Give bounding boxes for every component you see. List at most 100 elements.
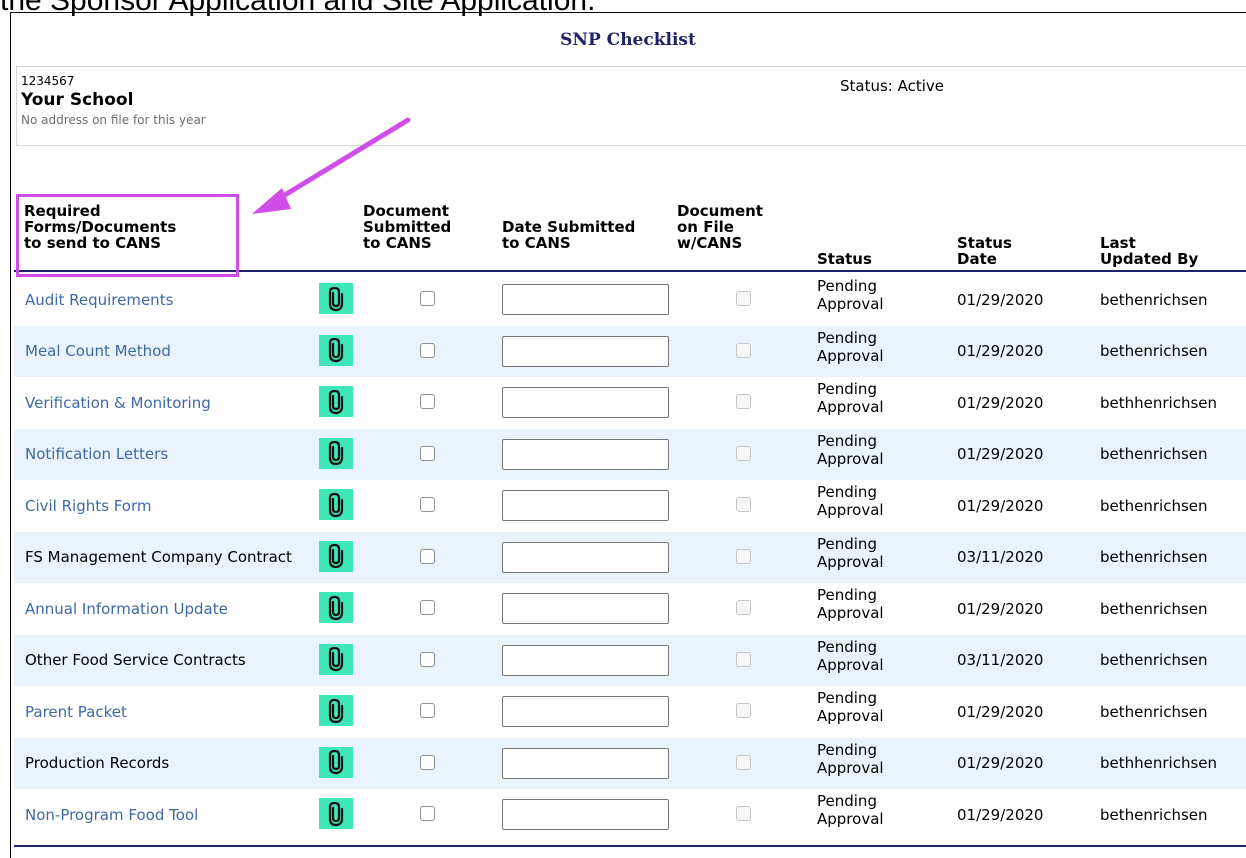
document-on-file-checkbox xyxy=(736,445,751,461)
table-row: FS Management Company Contract Pending Ap… xyxy=(14,531,1246,583)
last-updated-by: bethenrichsen xyxy=(1100,342,1208,360)
table-row: Notification Letters Pending Approval 01/2… xyxy=(14,428,1246,480)
site-id: 1234567 xyxy=(21,74,75,88)
col-header-doc-on-file-line1: Document xyxy=(677,202,763,220)
document-on-file-checkbox xyxy=(736,548,751,564)
date-submitted-input[interactable] xyxy=(502,799,669,830)
site-status: Status: Active xyxy=(840,77,945,95)
document-submitted-checkbox[interactable] xyxy=(420,342,435,358)
status-date: 01/29/2020 xyxy=(957,445,1044,463)
last-updated-by: bethenrichsen xyxy=(1100,496,1208,515)
col-header-doc-submitted-line2: Submitted xyxy=(363,218,452,236)
col-header-status: Status xyxy=(817,251,872,267)
date-submitted-input[interactable] xyxy=(502,284,669,315)
date-submitted-input[interactable] xyxy=(502,696,669,727)
document-submitted-checkbox[interactable] xyxy=(420,651,435,667)
last-updated-by: bethhenrichsen xyxy=(1100,393,1218,412)
date-submitted-input[interactable] xyxy=(502,387,669,418)
site-info-box: 1234567 Status: Active Your School No add… xyxy=(16,66,1246,146)
paperclip-icon[interactable] xyxy=(319,489,353,520)
date-submitted-input[interactable] xyxy=(502,541,669,573)
col-header-doc-on-file: Document on File w/CANS xyxy=(677,203,763,251)
col-header-doc-submitted-line3: to CANS xyxy=(363,234,432,252)
table-row: Production Records Pending Approval 01/29/… xyxy=(14,737,1246,789)
paperclip-icon[interactable] xyxy=(319,540,353,572)
status-text: Pending Approval xyxy=(817,792,884,828)
table-row: Audit Requirements Pending Approval 01/29/… xyxy=(14,274,1246,325)
paperclip-icon[interactable] xyxy=(319,798,353,829)
last-updated-by: bethenrichsen xyxy=(1100,548,1208,566)
table-row: Parent Packet Pending Approval 01/29/2020 b… xyxy=(14,686,1246,737)
paperclip-icon[interactable] xyxy=(319,746,353,778)
form-name-link[interactable]: Non-Program Food Tool xyxy=(25,789,315,840)
last-updated-by: bethenrichsen xyxy=(1100,290,1208,309)
status-text: Pending Approval xyxy=(817,586,884,622)
status-date: 01/29/2020 xyxy=(957,496,1044,515)
document-on-file-checkbox xyxy=(736,497,751,512)
date-submitted-input[interactable] xyxy=(502,335,669,367)
table-row: Other Food Service Contracts Pending Appr… xyxy=(14,634,1246,686)
document-submitted-checkbox[interactable] xyxy=(420,548,435,564)
document-submitted-checkbox[interactable] xyxy=(420,445,435,461)
paperclip-icon[interactable] xyxy=(319,437,353,469)
form-name-link[interactable]: Civil Rights Form xyxy=(25,480,315,531)
table-bottom-divider xyxy=(14,845,1246,847)
status-text: Pending Approval xyxy=(817,534,884,571)
form-name-link[interactable]: Other Food Service Contracts xyxy=(25,635,315,686)
document-submitted-checkbox[interactable] xyxy=(420,291,435,306)
date-submitted-input[interactable] xyxy=(502,747,669,779)
paperclip-icon[interactable] xyxy=(319,334,353,366)
table-row: Civil Rights Form Pending Approval 01/29/2… xyxy=(14,480,1246,531)
page-title: SNP Checklist xyxy=(560,30,696,50)
status-text: Pending Approval xyxy=(817,483,884,519)
paperclip-icon[interactable] xyxy=(319,386,353,417)
col-header-doc-on-file-line2: on File xyxy=(677,218,734,236)
status-date: 01/29/2020 xyxy=(957,805,1044,824)
paperclip-icon[interactable] xyxy=(319,283,353,314)
col-header-last-updated-line2: Updated By xyxy=(1100,250,1199,268)
paperclip-icon[interactable] xyxy=(319,695,353,726)
date-submitted-input[interactable] xyxy=(502,644,669,676)
document-on-file-checkbox xyxy=(736,806,751,821)
status-date: 01/29/2020 xyxy=(957,342,1044,360)
last-updated-by: bethenrichsen xyxy=(1100,651,1208,669)
document-submitted-checkbox[interactable] xyxy=(420,600,435,615)
table-row: Non-Program Food Tool Pending Approval 01/… xyxy=(14,789,1246,840)
last-updated-by: bethenrichsen xyxy=(1100,445,1208,463)
status-text: Pending Approval xyxy=(817,740,884,777)
document-submitted-checkbox[interactable] xyxy=(420,806,435,821)
date-submitted-input[interactable] xyxy=(502,593,669,624)
form-name-link[interactable]: Notification Letters xyxy=(25,429,315,480)
document-on-file-checkbox xyxy=(736,651,751,667)
form-name-link[interactable]: FS Management Company Contract xyxy=(25,532,315,583)
form-name-link[interactable]: Verification & Monitoring xyxy=(25,377,315,428)
document-submitted-checkbox[interactable] xyxy=(420,394,435,409)
document-on-file-checkbox xyxy=(736,600,751,615)
highlight-box xyxy=(16,194,239,277)
date-submitted-input[interactable] xyxy=(502,438,669,470)
col-header-doc-submitted: Document Submitted to CANS xyxy=(363,203,451,251)
status-text: Pending Approval xyxy=(817,380,884,416)
form-name-link[interactable]: Annual Information Update xyxy=(25,583,315,634)
status-date: 03/11/2020 xyxy=(957,651,1044,669)
col-header-doc-submitted-line1: Document xyxy=(363,202,449,220)
status-text: Pending Approval xyxy=(817,277,884,313)
form-name-link[interactable]: Parent Packet xyxy=(25,686,315,737)
document-submitted-checkbox[interactable] xyxy=(420,754,435,770)
document-on-file-checkbox xyxy=(736,703,751,718)
form-name-link[interactable]: Production Records xyxy=(25,738,315,789)
document-submitted-checkbox[interactable] xyxy=(420,497,435,512)
site-address: No address on file for this year xyxy=(21,113,206,127)
table-row: Annual Information Update Pending Approva… xyxy=(14,583,1246,634)
col-header-last-updated: Last Updated By xyxy=(1100,235,1198,267)
form-name-link[interactable]: Audit Requirements xyxy=(25,274,315,325)
status-date: 01/29/2020 xyxy=(957,702,1044,721)
paperclip-icon[interactable] xyxy=(319,643,353,675)
last-updated-by: bethenrichsen xyxy=(1100,805,1208,824)
site-name: Your School xyxy=(21,90,134,110)
status-text: Pending Approval xyxy=(817,637,884,674)
date-submitted-input[interactable] xyxy=(502,490,669,521)
document-submitted-checkbox[interactable] xyxy=(420,703,435,718)
form-name-link[interactable]: Meal Count Method xyxy=(25,326,315,377)
paperclip-icon[interactable] xyxy=(319,592,353,623)
